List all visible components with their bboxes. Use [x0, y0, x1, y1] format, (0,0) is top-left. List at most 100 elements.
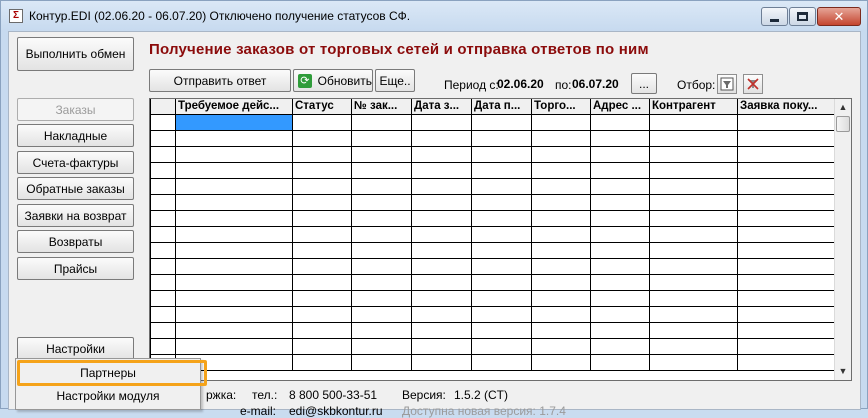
- table-row[interactable]: [150, 209, 835, 227]
- table-cell[interactable]: [471, 209, 532, 227]
- table-row[interactable]: [150, 353, 835, 371]
- table-cell[interactable]: [292, 145, 352, 163]
- table-cell[interactable]: [649, 161, 738, 179]
- run-exchange-button[interactable]: Выполнить обмен: [17, 37, 134, 71]
- table-cell[interactable]: [292, 353, 352, 371]
- table-cell[interactable]: [531, 177, 591, 195]
- more-button[interactable]: Еще..: [375, 69, 415, 92]
- table-cell[interactable]: [175, 305, 293, 323]
- table-cell[interactable]: [150, 257, 176, 275]
- scroll-thumb[interactable]: [836, 116, 850, 132]
- table-cell[interactable]: [411, 145, 472, 163]
- table-cell[interactable]: [411, 353, 472, 371]
- send-reply-button[interactable]: Отправить ответ: [149, 69, 291, 92]
- table-cell[interactable]: [471, 289, 532, 307]
- table-cell[interactable]: [471, 257, 532, 275]
- table-cell[interactable]: [411, 129, 472, 147]
- table-cell[interactable]: [292, 129, 352, 147]
- table-cell[interactable]: [737, 145, 835, 163]
- table-cell[interactable]: [351, 289, 412, 307]
- table-cell[interactable]: [150, 129, 176, 147]
- column-header-address[interactable]: Адрес ...: [590, 99, 650, 115]
- table-cell[interactable]: [531, 289, 591, 307]
- scroll-down-icon[interactable]: ▼: [835, 363, 851, 380]
- table-cell[interactable]: [471, 161, 532, 179]
- table-cell[interactable]: [737, 241, 835, 259]
- table-cell[interactable]: [737, 193, 835, 211]
- table-cell[interactable]: [175, 113, 293, 131]
- table-cell[interactable]: [649, 305, 738, 323]
- table-cell[interactable]: [471, 129, 532, 147]
- column-header-order-number[interactable]: № зак...: [351, 99, 412, 115]
- table-cell[interactable]: [471, 177, 532, 195]
- table-cell[interactable]: [411, 241, 472, 259]
- scroll-up-icon[interactable]: ▲: [835, 99, 851, 116]
- table-row[interactable]: [150, 129, 835, 147]
- table-cell[interactable]: [292, 257, 352, 275]
- table-cell[interactable]: [737, 177, 835, 195]
- sidebar-item-reverse-orders[interactable]: Обратные заказы: [17, 177, 134, 200]
- column-header-status[interactable]: Статус: [292, 99, 352, 115]
- table-cell[interactable]: [531, 241, 591, 259]
- sidebar-item-orders[interactable]: Заказы: [17, 98, 134, 121]
- table-cell[interactable]: [175, 321, 293, 339]
- sidebar-item-tax-invoices[interactable]: Счета-фактуры: [17, 151, 134, 174]
- table-cell[interactable]: [531, 193, 591, 211]
- table-cell[interactable]: [292, 177, 352, 195]
- table-cell[interactable]: [471, 193, 532, 211]
- table-cell[interactable]: [175, 225, 293, 243]
- table-cell[interactable]: [411, 257, 472, 275]
- table-cell[interactable]: [590, 113, 650, 131]
- table-cell[interactable]: [292, 193, 352, 211]
- table-cell[interactable]: [351, 337, 412, 355]
- table-cell[interactable]: [175, 193, 293, 211]
- table-cell[interactable]: [737, 273, 835, 291]
- table-cell[interactable]: [737, 113, 835, 131]
- table-cell[interactable]: [411, 337, 472, 355]
- table-cell[interactable]: [150, 305, 176, 323]
- table-cell[interactable]: [351, 177, 412, 195]
- table-cell[interactable]: [531, 209, 591, 227]
- table-row[interactable]: [150, 113, 835, 131]
- table-cell[interactable]: [590, 225, 650, 243]
- table-cell[interactable]: [175, 289, 293, 307]
- table-cell[interactable]: [175, 161, 293, 179]
- table-row[interactable]: [150, 193, 835, 211]
- column-header-buyer-request[interactable]: Заявка поку...: [737, 99, 835, 115]
- table-cell[interactable]: [737, 353, 835, 371]
- table-row[interactable]: [150, 305, 835, 323]
- table-cell[interactable]: [292, 289, 352, 307]
- table-cell[interactable]: [737, 129, 835, 147]
- table-cell[interactable]: [649, 177, 738, 195]
- email-link[interactable]: edi@skbkontur.ru: [289, 404, 383, 418]
- table-cell[interactable]: [411, 193, 472, 211]
- settings-button[interactable]: Настройки: [17, 337, 134, 360]
- table-cell[interactable]: [737, 305, 835, 323]
- table-cell[interactable]: [292, 209, 352, 227]
- table-row[interactable]: [150, 177, 835, 195]
- table-cell[interactable]: [737, 257, 835, 275]
- table-cell[interactable]: [649, 145, 738, 163]
- table-row[interactable]: [150, 337, 835, 355]
- table-cell[interactable]: [649, 289, 738, 307]
- sidebar-item-price-lists[interactable]: Прайсы: [17, 257, 134, 280]
- table-row[interactable]: [150, 321, 835, 339]
- table-cell[interactable]: [590, 193, 650, 211]
- table-cell[interactable]: [411, 113, 472, 131]
- table-cell[interactable]: [531, 337, 591, 355]
- table-cell[interactable]: [531, 161, 591, 179]
- table-cell[interactable]: [150, 145, 176, 163]
- table-cell[interactable]: [590, 145, 650, 163]
- table-cell[interactable]: [531, 113, 591, 131]
- table-cell[interactable]: [175, 273, 293, 291]
- table-cell[interactable]: [351, 225, 412, 243]
- table-cell[interactable]: [531, 225, 591, 243]
- sidebar-item-invoices[interactable]: Накладные: [17, 124, 134, 147]
- table-cell[interactable]: [175, 337, 293, 355]
- table-cell[interactable]: [590, 209, 650, 227]
- table-cell[interactable]: [649, 129, 738, 147]
- table-cell[interactable]: [411, 305, 472, 323]
- table-cell[interactable]: [411, 321, 472, 339]
- table-cell[interactable]: [150, 225, 176, 243]
- table-cell[interactable]: [471, 113, 532, 131]
